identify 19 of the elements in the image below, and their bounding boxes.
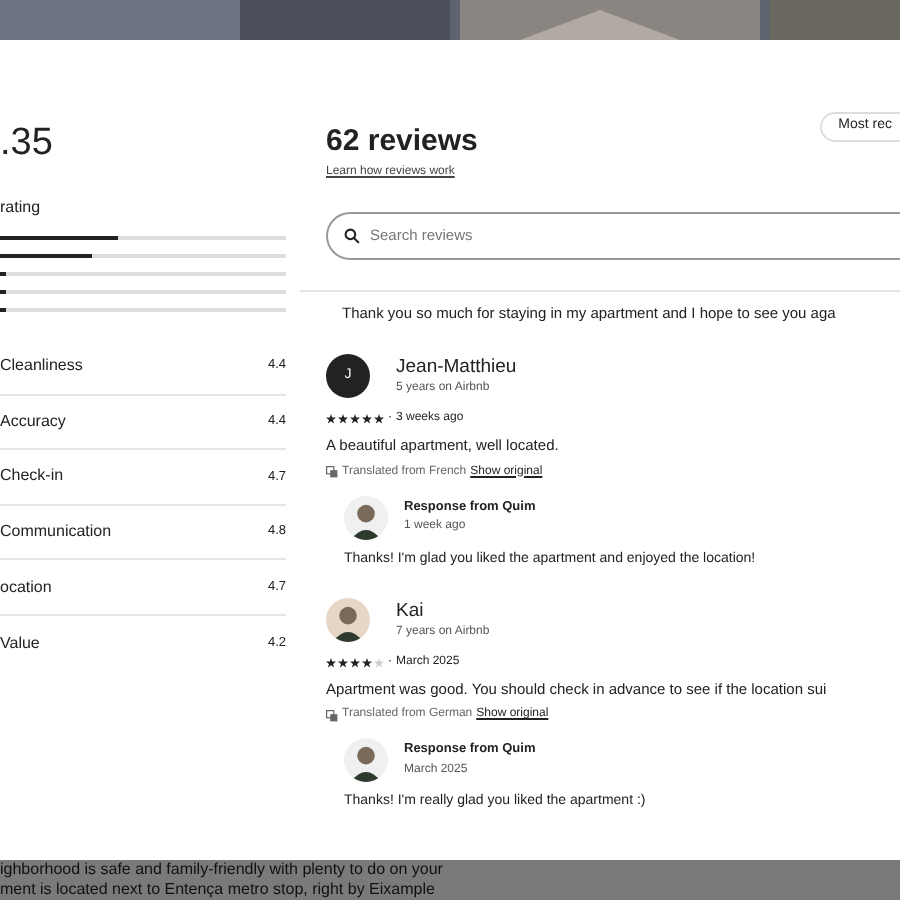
reviewer-name: Kai — [396, 599, 426, 621]
category-name: ocation — [0, 575, 52, 600]
category-name: Value — [0, 631, 40, 656]
search-icon — [344, 228, 360, 244]
person-icon — [344, 738, 388, 783]
category-name: Check-in — [0, 464, 64, 489]
translate-icon — [326, 466, 338, 478]
background-text: ighborhood is safe and family-friendly with plenty to do on your — [0, 860, 445, 879]
reviewer-name: Jean-Matthieu — [396, 355, 517, 378]
person-icon — [344, 495, 388, 539]
translate-icon — [326, 709, 338, 722]
person-icon — [326, 598, 370, 642]
rating-label: rating — [0, 196, 43, 220]
reviews-title: 62 reviews — [326, 124, 478, 160]
category-name: Cleanliness — [0, 354, 83, 379]
category-name: Communication — [0, 520, 112, 545]
background-text: ment is located next to Entença metro stop, right by Eixample — [0, 879, 437, 898]
category-name: Accuracy — [0, 409, 66, 434]
overall-score: .35 — [0, 124, 55, 164]
